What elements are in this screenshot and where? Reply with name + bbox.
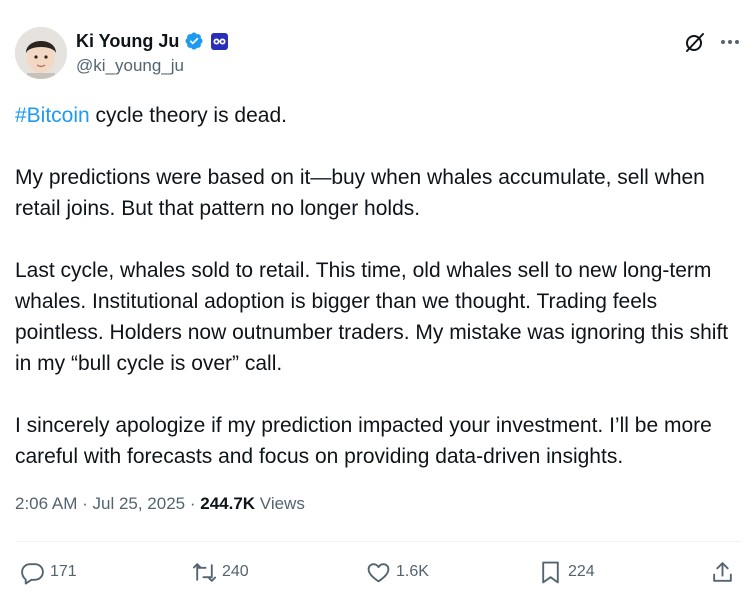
bookmark-count: 224: [568, 563, 595, 580]
share-button[interactable]: [710, 555, 735, 589]
reply-icon: [21, 562, 44, 584]
heart-icon: [367, 562, 390, 582]
tweet-paragraph-3: Last cycle, whales sold to retail. This …: [15, 259, 729, 375]
like-button[interactable]: 1.6K: [366, 555, 429, 589]
bookmark-icon: [542, 561, 559, 583]
repost-button[interactable]: 240: [192, 555, 249, 589]
verified-badge-icon[interactable]: [184, 31, 204, 51]
views-count: 244.7K: [200, 494, 256, 513]
affiliation-badge-icon[interactable]: [211, 32, 229, 50]
hashtag-link[interactable]: #Bitcoin: [15, 104, 90, 127]
repost-count: 240: [222, 563, 249, 580]
like-count: 1.6K: [396, 563, 429, 580]
tweet-text: #Bitcoin cycle theory is dead. My predic…: [15, 100, 743, 472]
tweet: Ki Young Ju @ki_young_ju #Bitcoin cycle …: [0, 0, 753, 596]
action-bar: 171 240 1.6K 224: [0, 555, 753, 589]
author-display-name[interactable]: Ki Young Ju: [76, 31, 179, 52]
author-handle[interactable]: @ki_young_ju: [76, 56, 184, 76]
divider: [15, 541, 741, 542]
tweet-paragraph-2: My predictions were based on it—buy when…: [15, 166, 705, 220]
tweet-meta: 2:06 AM · Jul 25, 2025 · 244.7K Views: [15, 494, 305, 513]
tweet-line-1-text: cycle theory is dead.: [89, 104, 287, 127]
more-options-icon[interactable]: [718, 30, 742, 54]
avatar-image: [15, 27, 67, 79]
post-date[interactable]: Jul 25, 2025: [92, 494, 185, 513]
tweet-paragraph-4: I sincerely apologize if my prediction i…: [15, 414, 712, 468]
views-label: Views: [255, 494, 305, 513]
reply-count: 171: [50, 563, 77, 580]
reply-button[interactable]: 171: [20, 555, 77, 589]
share-icon: [713, 561, 732, 582]
bookmark-button[interactable]: 224: [538, 555, 595, 589]
tweet-paragraph-1: #Bitcoin cycle theory is dead.: [15, 100, 743, 131]
grok-icon[interactable]: [683, 30, 707, 54]
avatar[interactable]: [15, 27, 67, 79]
post-time[interactable]: 2:06 AM: [15, 494, 77, 513]
repost-icon: [192, 562, 217, 582]
author-name-row: Ki Young Ju: [76, 30, 229, 52]
